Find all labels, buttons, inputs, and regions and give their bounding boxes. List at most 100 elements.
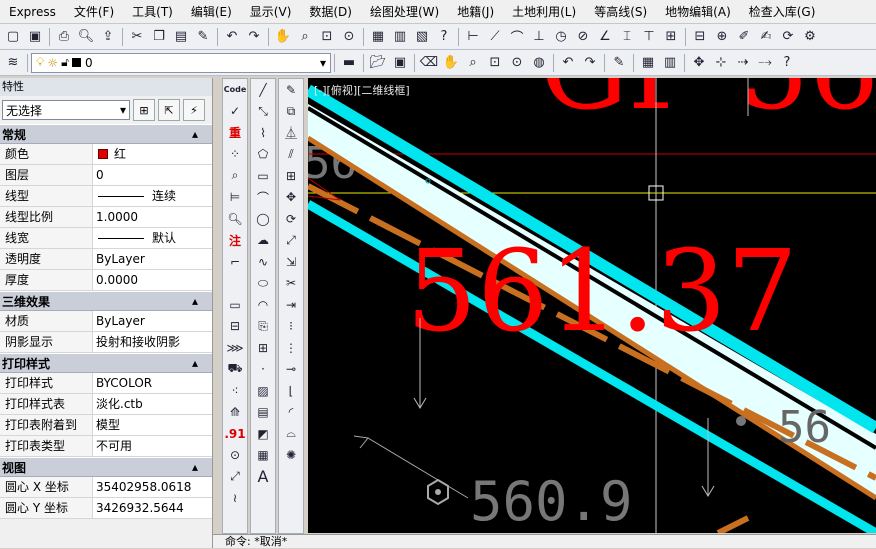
property-row[interactable]: 圆心 Y 坐标 3426932.5644 <box>0 498 212 519</box>
property-value[interactable]: 红 <box>93 144 212 164</box>
table-icon[interactable]: ▦ <box>251 445 275 467</box>
property-row[interactable]: 线型比例 1.0000 <box>0 207 212 228</box>
copy-icon[interactable]: ❐ <box>148 26 170 48</box>
zoom-icon[interactable]: ⌕ <box>294 26 316 48</box>
properties-icon[interactable]: ▦ <box>367 26 389 48</box>
property-value[interactable]: 不可用 <box>93 436 212 456</box>
dim-ordinate-icon[interactable]: ⊥ <box>528 26 550 48</box>
wave-icon[interactable]: ≀ <box>223 488 247 510</box>
cut-icon[interactable]: ✂ <box>126 26 148 48</box>
code-icon[interactable]: Code <box>223 79 247 101</box>
property-row[interactable]: 颜色 红 <box>0 144 212 165</box>
circle-dot-icon[interactable]: ⊙ <box>223 445 247 467</box>
match-icon[interactable]: ✎ <box>192 26 214 48</box>
point-icon[interactable]: · <box>251 359 275 381</box>
collapse-icon[interactable]: ▴ <box>192 294 198 308</box>
menu-item-3[interactable]: 编辑(E) <box>182 0 241 24</box>
property-value[interactable]: 连续 <box>93 186 212 206</box>
array-icon[interactable]: ⊞ <box>279 165 303 187</box>
section-header[interactable]: 三维效果 ▴ <box>0 291 212 311</box>
dots-grid-icon[interactable]: ⁘ <box>223 144 247 166</box>
ellipse-icon[interactable]: ⬭ <box>251 273 275 295</box>
zoom-all-icon[interactable]: ⊙ <box>506 52 528 74</box>
open-icon[interactable]: 📂︎ <box>367 52 389 74</box>
collapse-icon[interactable]: ▴ <box>192 127 198 141</box>
diagonal-icon[interactable]: ⤢ <box>223 466 247 488</box>
pan-icon[interactable]: ✋ <box>272 26 294 48</box>
quick-select-icon[interactable]: ⚡︎ <box>183 99 205 121</box>
dim-continue-icon[interactable]: ⊞ <box>660 26 682 48</box>
fence-icon[interactable]: ⋙ <box>223 337 247 359</box>
rect-icon[interactable]: ▭ <box>223 294 247 316</box>
collapse-icon[interactable]: ▴ <box>192 460 198 474</box>
zhong-icon[interactable]: 重 <box>223 122 247 144</box>
property-value[interactable]: 1.0000 <box>93 207 212 227</box>
dim-style-icon[interactable]: ⚙ <box>799 26 821 48</box>
section-header[interactable]: 打印样式 ▴ <box>0 353 212 373</box>
insert-block-icon[interactable]: ⎘ <box>251 316 275 338</box>
search-elev-icon[interactable]: 🔍︎ <box>223 208 247 230</box>
line-icon[interactable]: ╱ <box>251 79 275 101</box>
move-obj-icon[interactable]: ✥ <box>279 187 303 209</box>
drawing-canvas[interactable]: GF 56 56 561.37 560.9 56 <box>308 78 876 533</box>
menu-item-5[interactable]: 数据(D) <box>300 0 361 24</box>
undo2-icon[interactable]: ↶ <box>557 52 579 74</box>
dim-diameter-icon[interactable]: ⊘ <box>572 26 594 48</box>
zoom-prev-icon[interactable]: ⊙ <box>338 26 360 48</box>
rectangle-icon[interactable]: ▭ <box>251 165 275 187</box>
property-value[interactable]: 投射和接收阴影 <box>93 332 212 352</box>
menu-item-8[interactable]: 土地利用(L) <box>503 0 585 24</box>
dim-edit-icon[interactable]: ✐ <box>733 26 755 48</box>
help-icon[interactable]: ? <box>433 26 455 48</box>
collapse-icon[interactable]: ▴ <box>192 356 198 370</box>
regen-icon[interactable]: ◍ <box>528 52 550 74</box>
design-center-icon[interactable]: ▥ <box>389 26 411 48</box>
arc-icon[interactable]: ⌒ <box>251 187 275 209</box>
num-icon[interactable]: .91 <box>223 423 247 445</box>
property-row[interactable]: 打印样式 BYCOLOR <box>0 373 212 394</box>
dim-text-edit-icon[interactable]: ✍ <box>755 26 777 48</box>
grid-icon[interactable]: ▦ <box>637 52 659 74</box>
trim2-icon[interactable]: ✂ <box>279 273 303 295</box>
snap-icon[interactable]: ⊹ <box>710 52 732 74</box>
tolerance-icon[interactable]: ⊟ <box>689 26 711 48</box>
dim-angle-icon[interactable]: ∠ <box>594 26 616 48</box>
property-row[interactable]: 阴影显示 投射和接收阴影 <box>0 332 212 353</box>
ladder-icon[interactable]: ⊟ <box>223 316 247 338</box>
rotate-icon[interactable]: ⟳ <box>279 208 303 230</box>
spline-icon[interactable]: ∿ <box>251 251 275 273</box>
stretch-icon[interactable]: ⇲ <box>279 251 303 273</box>
join-icon[interactable]: ⊸ <box>279 359 303 381</box>
dim-baseline-icon[interactable]: ⊤ <box>638 26 660 48</box>
property-value[interactable]: BYCOLOR <box>93 373 212 393</box>
zoom2-icon[interactable]: ⌕ <box>462 52 484 74</box>
redo2-icon[interactable]: ↷ <box>579 52 601 74</box>
zoom-window-icon[interactable]: ⊡ <box>316 26 338 48</box>
property-value[interactable]: 模型 <box>93 415 212 435</box>
dim-quick-icon[interactable]: ⌶ <box>616 26 638 48</box>
undo-icon[interactable]: ↶ <box>221 26 243 48</box>
dim-arc-icon[interactable]: ⌒ <box>506 26 528 48</box>
trim-icon[interactable]: ⇢ <box>732 52 754 74</box>
menu-item-4[interactable]: 显示(V) <box>241 0 301 24</box>
ortho-icon[interactable]: ▥ <box>659 52 681 74</box>
region-icon[interactable]: ◩ <box>251 423 275 445</box>
print-icon[interactable]: ⎙ <box>53 26 75 48</box>
property-row[interactable]: 圆心 X 坐标 35402958.0618 <box>0 477 212 498</box>
paste-icon[interactable]: ▤ <box>170 26 192 48</box>
mtext-icon[interactable]: A <box>251 466 275 488</box>
menu-item-6[interactable]: 绘图处理(W) <box>361 0 448 24</box>
break-point-icon[interactable]: ⁝ <box>279 316 303 338</box>
property-row[interactable]: 打印表类型 不可用 <box>0 436 212 457</box>
selection-combo[interactable]: 无选择 ▾ <box>2 100 130 120</box>
property-row[interactable]: 材质 ByLayer <box>0 311 212 332</box>
menu-item-7[interactable]: 地籍(J) <box>448 0 503 24</box>
property-row[interactable]: 打印表附着到 模型 <box>0 415 212 436</box>
menu-item-10[interactable]: 地物编辑(A) <box>656 0 740 24</box>
property-row[interactable]: 厚度 0.0000 <box>0 270 212 291</box>
hatch-icon[interactable]: ▨ <box>251 380 275 402</box>
corner-icon[interactable]: ⌐ <box>223 251 247 273</box>
tree-icon[interactable]: ⟰ <box>223 402 247 424</box>
help2-icon[interactable]: ? <box>776 52 798 74</box>
dimension-icon[interactable]: ⊨ <box>223 187 247 209</box>
